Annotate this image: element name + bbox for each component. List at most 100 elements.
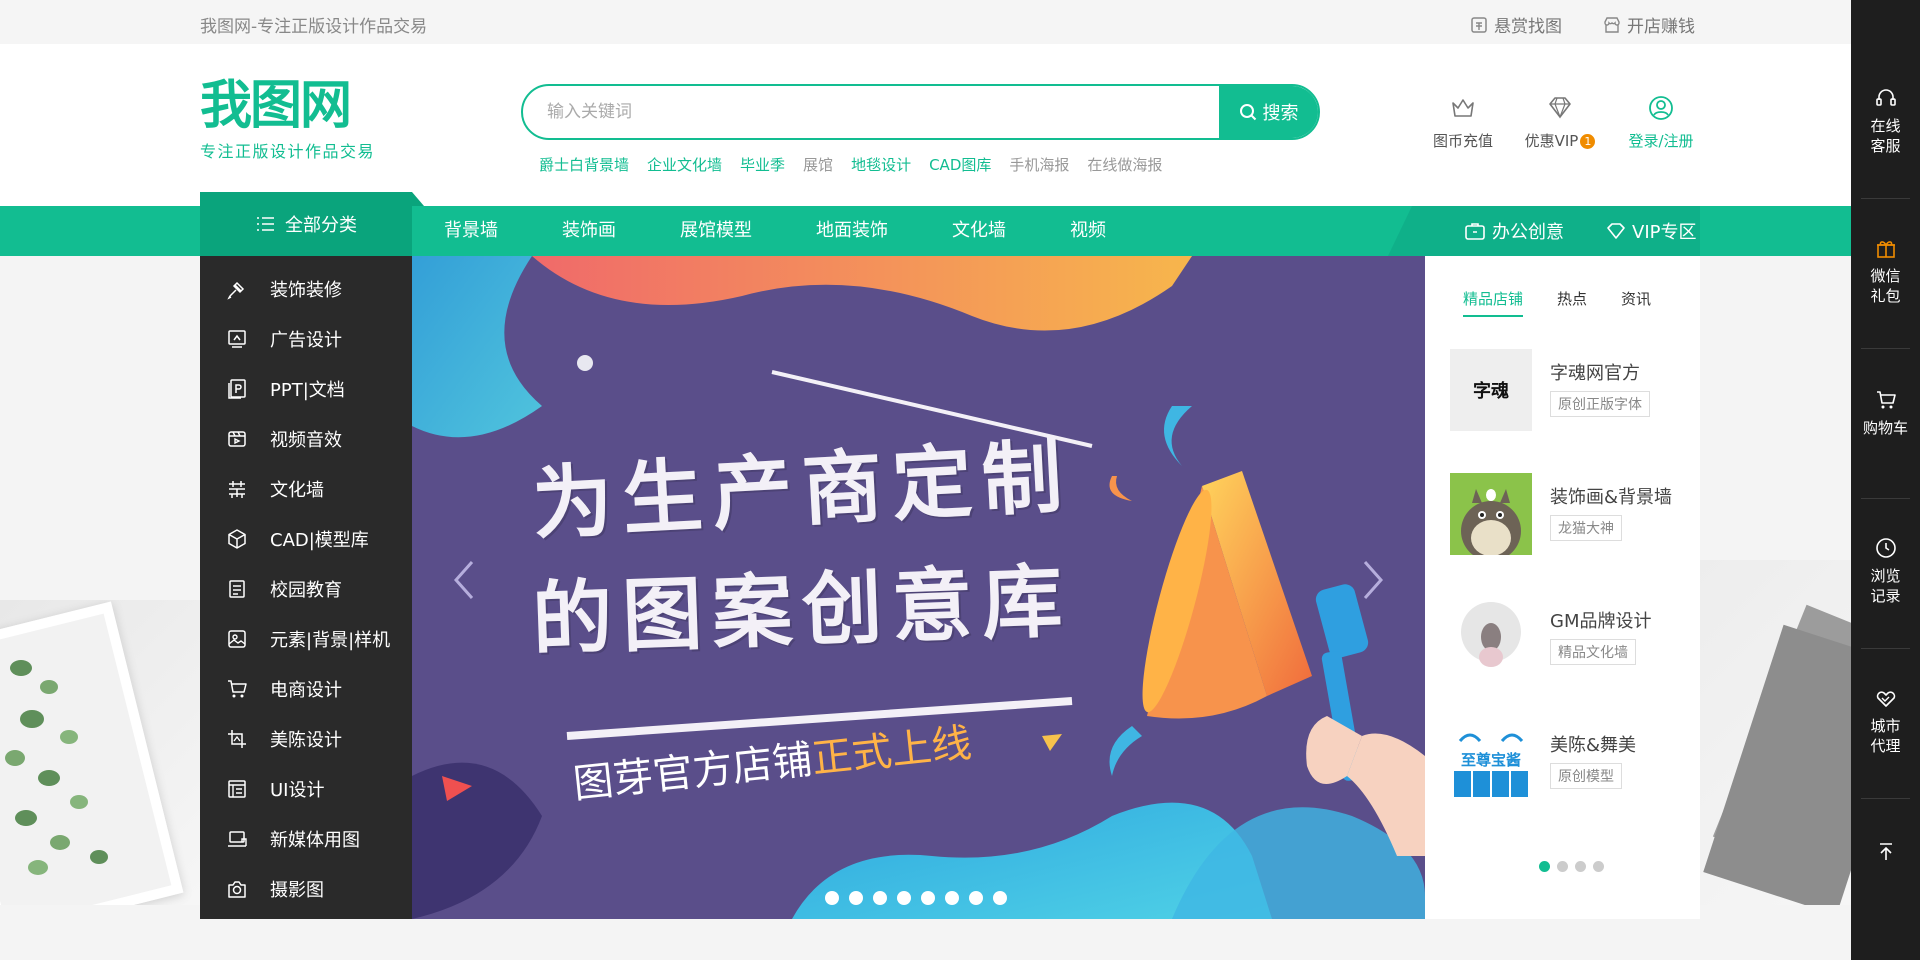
banner-dot[interactable] xyxy=(993,891,1007,905)
category-item[interactable]: 摄影图 xyxy=(200,864,412,914)
nav-item-exhibition-model[interactable]: 展馆模型 xyxy=(648,206,784,256)
search-input[interactable] xyxy=(547,86,1087,138)
shop-card[interactable]: 至尊宝酱 美陈&舞美 原创模型 xyxy=(1450,721,1690,803)
open-shop-link-label: 开店赚钱 xyxy=(1627,17,1695,37)
laptop-icon xyxy=(228,831,247,847)
category-item[interactable]: UI设计 xyxy=(200,764,412,814)
category-item[interactable]: 校园教育 xyxy=(200,564,412,614)
tab-featured-shops[interactable]: 精品店铺 xyxy=(1463,288,1524,317)
category-item[interactable]: 美陈设计 xyxy=(200,714,412,764)
shop-name: 装饰画&背景墙 xyxy=(1550,487,1673,508)
search-box: 搜索 xyxy=(521,84,1320,140)
nav-item-decorative-painting[interactable]: 装饰画 xyxy=(530,206,648,256)
diamond-icon xyxy=(1549,97,1571,119)
banner-dot[interactable] xyxy=(945,891,959,905)
hot-word[interactable]: 地毯设计 xyxy=(851,154,911,175)
back-to-top-button[interactable] xyxy=(1851,840,1920,870)
tab-hot[interactable]: 热点 xyxy=(1557,288,1587,317)
login-register-label: 登录/注册 xyxy=(1628,132,1694,150)
brand-tagline: 我图网-专注正版设计作品交易 xyxy=(200,17,428,37)
shop-card[interactable]: 装饰画&背景墙 龙猫大神 xyxy=(1450,473,1690,555)
login-register-button[interactable]: 登录/注册 xyxy=(1606,94,1716,151)
hot-word[interactable]: 手机海报 xyxy=(1009,154,1069,175)
banner-dot[interactable] xyxy=(921,891,935,905)
brush-icon xyxy=(227,281,245,300)
tab-news[interactable]: 资讯 xyxy=(1621,288,1651,317)
vip-discount-button[interactable]: 优惠VIP 1 xyxy=(1505,94,1615,151)
category-item[interactable]: 电商设计 xyxy=(200,664,412,714)
headset-icon xyxy=(1875,89,1896,106)
category-label: 校园教育 xyxy=(270,580,342,601)
banner-dot[interactable] xyxy=(825,891,839,905)
vip-zone-link[interactable]: VIP专区 xyxy=(1606,206,1696,256)
crown-icon xyxy=(1452,99,1474,117)
shop-thumbnail xyxy=(1450,597,1532,679)
category-item[interactable]: 广告设计 xyxy=(200,314,412,364)
city-agent-button[interactable]: 城市代理 xyxy=(1851,686,1920,756)
category-label: 广告设计 xyxy=(270,330,342,351)
main-nav: 全部分类 背景墙 装饰画 展馆模型 地面装饰 文化墙 视频 办公创意 VIP专区 xyxy=(0,192,1851,256)
reward-link[interactable]: 悬赏找图 xyxy=(1470,12,1562,37)
top-strip: 我图网-专注正版设计作品交易 悬赏找图 开店赚钱 xyxy=(0,0,1851,44)
hot-word[interactable]: 毕业季 xyxy=(740,154,785,175)
category-item[interactable]: CAD|模型库 xyxy=(200,514,412,564)
category-label: CAD|模型库 xyxy=(270,530,369,551)
all-categories-button[interactable]: 全部分类 xyxy=(200,192,424,256)
handshake-icon xyxy=(1876,691,1895,707)
category-label: 摄影图 xyxy=(270,880,324,901)
cart-icon xyxy=(228,680,247,698)
shop-card[interactable]: 字魂 字魂网官方 原创正版字体 xyxy=(1450,349,1690,431)
nav-item-culture-wall[interactable]: 文化墙 xyxy=(920,206,1038,256)
banner-dot[interactable] xyxy=(969,891,983,905)
shopping-cart-button[interactable]: 购物车 xyxy=(1851,388,1920,438)
office-creative-label: 办公创意 xyxy=(1492,222,1564,243)
featured-shops-panel: 精品店铺 热点 资讯 字魂 字魂网官方 原创正版字体 装饰画&背景墙 龙猫大神 xyxy=(1425,256,1700,919)
hot-word[interactable]: 企业文化墙 xyxy=(647,154,722,175)
banner-dot[interactable] xyxy=(897,891,911,905)
nav-item-background-wall[interactable]: 背景墙 xyxy=(412,206,530,256)
panel-dot[interactable] xyxy=(1593,861,1604,872)
hero-banner[interactable]: 为生产商定制 的图案创意库 图芽官方店铺正式上线 xyxy=(412,256,1425,919)
shop-card[interactable]: GM品牌设计 精品文化墙 xyxy=(1450,597,1690,679)
hot-word[interactable]: CAD图库 xyxy=(929,154,991,175)
panel-dot[interactable] xyxy=(1557,861,1568,872)
category-label: 电商设计 xyxy=(270,680,342,701)
open-shop-link[interactable]: 开店赚钱 xyxy=(1603,12,1695,37)
camera-icon xyxy=(228,881,246,898)
category-label: 美陈设计 xyxy=(270,730,342,751)
panel-dot[interactable] xyxy=(1575,861,1586,872)
banner-prev-arrow[interactable] xyxy=(450,558,480,602)
office-creative-link[interactable]: 办公创意 xyxy=(1464,206,1564,256)
category-label: PPT|文档 xyxy=(270,380,345,401)
site-logo[interactable]: 我图网 专注正版设计作品交易 xyxy=(200,78,375,162)
online-service-button[interactable]: 在线客服 xyxy=(1851,86,1920,156)
hot-word[interactable]: 在线做海报 xyxy=(1087,154,1162,175)
logo-text: 我图网 xyxy=(200,75,352,136)
category-item[interactable]: 视频音效 xyxy=(200,414,412,464)
category-item[interactable]: 新媒体用图 xyxy=(200,814,412,864)
image-icon xyxy=(228,630,246,648)
category-item[interactable]: 装饰装修 xyxy=(200,264,412,314)
panel-dot[interactable] xyxy=(1539,861,1550,872)
banner-next-arrow[interactable] xyxy=(1357,558,1387,602)
wechat-gift-button[interactable]: 微信礼包 xyxy=(1851,236,1920,306)
nav-item-video[interactable]: 视频 xyxy=(1038,206,1138,256)
banner-dot[interactable] xyxy=(873,891,887,905)
banner-headline-line2: 的图案创意库 xyxy=(530,554,1074,667)
city-agent-label: 城市代理 xyxy=(1870,717,1901,755)
shop-thumb-text: 字魂 xyxy=(1473,381,1509,402)
shop-tag: 原创模型 xyxy=(1550,763,1622,789)
search-button[interactable]: 搜索 xyxy=(1219,86,1318,138)
browsing-history-button[interactable]: 浏览记录 xyxy=(1851,536,1920,606)
briefcase-icon xyxy=(1465,223,1485,240)
category-item[interactable]: PPT|文档 xyxy=(200,364,412,414)
nav-item-floor-decoration[interactable]: 地面装饰 xyxy=(784,206,920,256)
recharge-button[interactable]: 图币充值 xyxy=(1408,94,1518,151)
category-item[interactable]: 文化墙 xyxy=(200,464,412,514)
category-item[interactable]: 元素|背景|样机 xyxy=(200,614,412,664)
shop-thumbnail: 至尊宝酱 xyxy=(1450,721,1532,803)
banner-dot[interactable] xyxy=(849,891,863,905)
hot-word[interactable]: 爵士白背景墙 xyxy=(539,154,629,175)
hot-word[interactable]: 展馆 xyxy=(803,154,833,175)
panel-tabs: 精品店铺 热点 资讯 xyxy=(1463,288,1651,317)
